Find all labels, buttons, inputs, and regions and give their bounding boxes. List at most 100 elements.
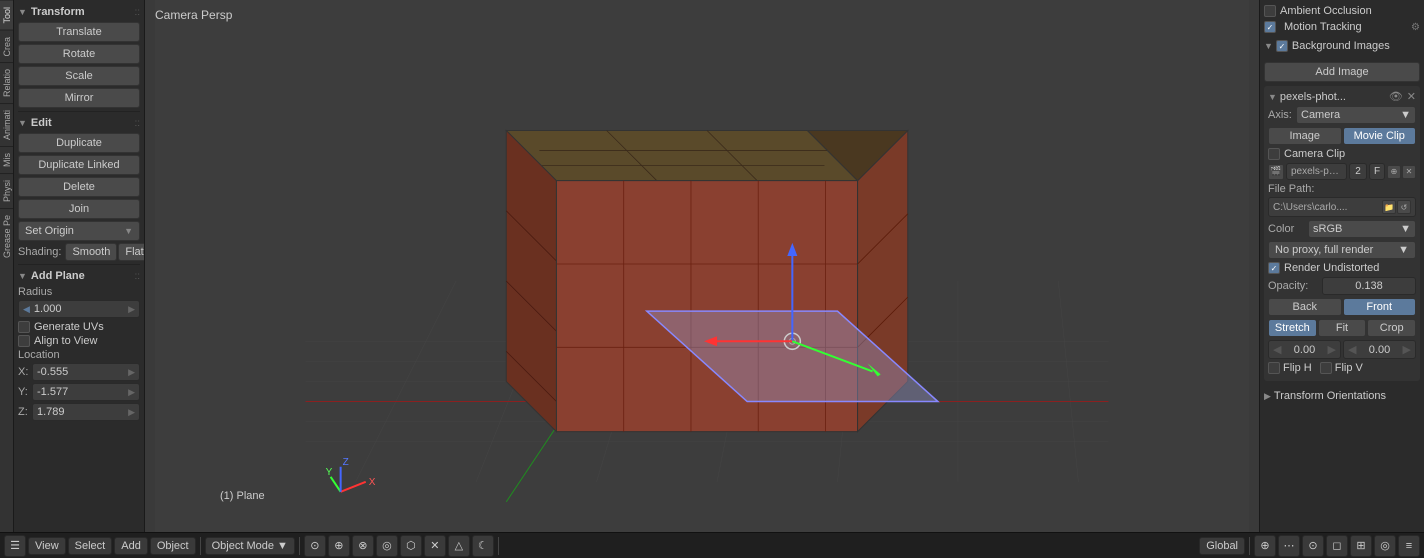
flat-button[interactable]: Flat bbox=[118, 243, 144, 261]
object-menu-button[interactable]: Object bbox=[150, 537, 196, 555]
scale-button[interactable]: Scale bbox=[18, 66, 140, 86]
viewport-icon-2[interactable]: ⊕ bbox=[328, 535, 350, 557]
opacity-field[interactable]: 0.138 bbox=[1322, 277, 1416, 295]
camera-clip-checkbox[interactable] bbox=[1268, 148, 1280, 160]
viewport-icon-3[interactable]: ⊗ bbox=[352, 535, 374, 557]
add-plane-section-header[interactable]: ▼ Add Plane :: bbox=[18, 268, 140, 284]
flip-row: Flip H Flip V bbox=[1268, 362, 1416, 374]
axis-select[interactable]: Camera ▼ bbox=[1296, 106, 1416, 124]
side-tab-physi[interactable]: Physi bbox=[0, 173, 13, 208]
offset-x-right-icon[interactable]: ▶ bbox=[1328, 343, 1336, 356]
fit-button[interactable]: Fit bbox=[1318, 319, 1367, 337]
x-row: X: -0.555 ▶ bbox=[18, 363, 140, 381]
movie-clip-tab[interactable]: Movie Clip bbox=[1343, 127, 1417, 145]
menu-icon-button[interactable]: ☰ bbox=[4, 535, 26, 557]
offset-x-field[interactable]: ◀ 0.00 ▶ bbox=[1268, 340, 1341, 359]
ambient-occlusion-checkbox[interactable] bbox=[1264, 5, 1276, 17]
right-icon-2[interactable]: ⋯ bbox=[1278, 535, 1300, 557]
proxy-row[interactable]: No proxy, full render ▼ bbox=[1268, 241, 1416, 259]
viewport-icon-5[interactable]: ⬡ bbox=[400, 535, 422, 557]
filepath-value[interactable]: C:\Users\carlo.... 📁 ↺ bbox=[1268, 197, 1416, 217]
render-undistorted-checkbox[interactable] bbox=[1268, 262, 1280, 274]
stretch-row: Stretch Fit Crop bbox=[1268, 319, 1416, 337]
filepath-reload-icon[interactable]: ↺ bbox=[1397, 200, 1411, 214]
side-tab-animati[interactable]: Animati bbox=[0, 103, 13, 146]
generate-uvs-checkbox[interactable] bbox=[18, 321, 30, 333]
file-name-field[interactable]: pexels-phot... bbox=[1286, 163, 1347, 180]
transform-orientations-row[interactable]: ▶ Transform Orientations bbox=[1264, 387, 1420, 405]
left-content: ▼ Transform :: Translate Rotate Scale Mi… bbox=[14, 0, 144, 532]
delete-button[interactable]: Delete bbox=[18, 177, 140, 197]
stretch-button[interactable]: Stretch bbox=[1268, 319, 1317, 337]
radius-left-icon[interactable]: ◀ bbox=[23, 304, 30, 315]
offset-x-left-icon[interactable]: ◀ bbox=[1273, 343, 1281, 356]
file-action-btn-1[interactable]: ⊕ bbox=[1387, 165, 1401, 179]
viewport-icon-8[interactable]: ☾ bbox=[472, 535, 494, 557]
radius-field[interactable]: ◀ 1.000 ▶ bbox=[18, 300, 140, 318]
side-tab-tool[interactable]: Tool bbox=[0, 0, 13, 30]
crop-button[interactable]: Crop bbox=[1367, 319, 1416, 337]
edit-section-header[interactable]: ▼ Edit :: bbox=[18, 115, 140, 131]
viewport-icon-1[interactable]: ⊙ bbox=[304, 535, 326, 557]
side-tab-crea[interactable]: Crea bbox=[0, 30, 13, 63]
add-image-button[interactable]: Add Image bbox=[1264, 62, 1420, 82]
viewport-icon-7[interactable]: △ bbox=[448, 535, 470, 557]
duplicate-button[interactable]: Duplicate bbox=[18, 133, 140, 153]
file-action-btn-2[interactable]: ✕ bbox=[1402, 165, 1416, 179]
file-num-field[interactable]: 2 bbox=[1349, 163, 1367, 180]
set-origin-button[interactable]: Set Origin ▼ bbox=[18, 221, 140, 241]
filepath-text: C:\Users\carlo.... bbox=[1273, 202, 1347, 213]
background-images-checkbox[interactable] bbox=[1276, 40, 1288, 52]
join-button[interactable]: Join bbox=[18, 199, 140, 219]
global-select[interactable]: Global bbox=[1199, 537, 1245, 555]
motion-tracking-checkbox[interactable] bbox=[1264, 21, 1276, 33]
offset-y-field[interactable]: ◀ 0.00 ▶ bbox=[1343, 340, 1416, 359]
z-field[interactable]: 1.789 ▶ bbox=[32, 403, 140, 421]
right-icon-3[interactable]: ⊙ bbox=[1302, 535, 1324, 557]
side-tab-grease[interactable]: Grease Pe bbox=[0, 208, 13, 264]
mode-select[interactable]: Object Mode ▼ bbox=[205, 537, 295, 555]
front-button[interactable]: Front bbox=[1343, 298, 1417, 316]
offset-y-left-icon[interactable]: ◀ bbox=[1348, 343, 1356, 356]
transform-triangle: ▼ bbox=[18, 7, 27, 17]
file-icon-button[interactable]: 🎬 bbox=[1268, 164, 1284, 180]
right-icon-5[interactable]: ⊞ bbox=[1350, 535, 1372, 557]
right-icon-7[interactable]: ≡ bbox=[1398, 535, 1420, 557]
viewport[interactable]: Camera Persp bbox=[145, 0, 1259, 532]
viewport-icon-4[interactable]: ◎ bbox=[376, 535, 398, 557]
right-icon-6[interactable]: ◎ bbox=[1374, 535, 1396, 557]
mirror-button[interactable]: Mirror bbox=[18, 88, 140, 108]
right-icon-1[interactable]: ⊕ bbox=[1254, 535, 1276, 557]
img-close-icon[interactable]: ✕ bbox=[1407, 90, 1416, 103]
flip-v-checkbox[interactable] bbox=[1320, 362, 1332, 374]
viewport-icon-6[interactable]: ✕ bbox=[424, 535, 446, 557]
smooth-button[interactable]: Smooth bbox=[65, 243, 117, 261]
transform-orientations-triangle: ▶ bbox=[1264, 391, 1271, 402]
proxy-label: No proxy, full render bbox=[1275, 244, 1373, 256]
view-menu-button[interactable]: View bbox=[28, 537, 66, 555]
side-tab-mis[interactable]: Mis bbox=[0, 146, 13, 173]
right-icon-4[interactable]: ◻ bbox=[1326, 535, 1348, 557]
image-tab[interactable]: Image bbox=[1268, 127, 1342, 145]
flip-v-item: Flip V bbox=[1320, 362, 1363, 374]
filepath-folder-icon[interactable]: 📁 bbox=[1382, 200, 1396, 214]
offset-y-right-icon[interactable]: ▶ bbox=[1403, 343, 1411, 356]
duplicate-linked-button[interactable]: Duplicate Linked bbox=[18, 155, 140, 175]
add-menu-button[interactable]: Add bbox=[114, 537, 148, 555]
x-field[interactable]: -0.555 ▶ bbox=[32, 363, 140, 381]
select-menu-button[interactable]: Select bbox=[68, 537, 113, 555]
y-right-chevron: ▶ bbox=[128, 387, 135, 398]
motion-tracking-gear-icon[interactable]: ⚙ bbox=[1411, 22, 1420, 33]
back-button[interactable]: Back bbox=[1268, 298, 1342, 316]
y-field[interactable]: -1.577 ▶ bbox=[32, 383, 140, 401]
radius-right-icon[interactable]: ▶ bbox=[128, 304, 135, 315]
img-eye-icon[interactable]: 👁 bbox=[1389, 90, 1403, 103]
flip-h-checkbox[interactable] bbox=[1268, 362, 1280, 374]
align-to-view-checkbox[interactable] bbox=[18, 335, 30, 347]
color-select[interactable]: sRGB ▼ bbox=[1308, 220, 1416, 238]
translate-button[interactable]: Translate bbox=[18, 22, 140, 42]
rotate-button[interactable]: Rotate bbox=[18, 44, 140, 64]
side-tab-relatio[interactable]: Relatio bbox=[0, 62, 13, 103]
location-label: Location bbox=[18, 349, 140, 361]
transform-section-header[interactable]: ▼ Transform :: bbox=[18, 4, 140, 20]
